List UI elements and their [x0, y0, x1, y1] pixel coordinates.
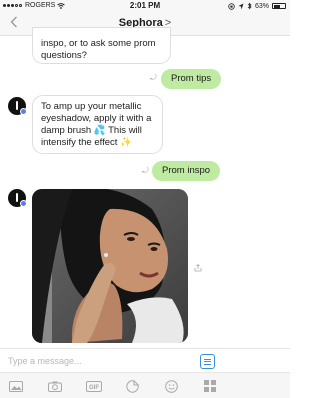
- message-input[interactable]: [8, 354, 188, 368]
- message-text: inspo, or to ask some prom questions?: [41, 38, 156, 61]
- bot-message: inspo, or to ask some prom questions?: [32, 27, 171, 64]
- bottom-toolbar: GIF: [0, 372, 290, 398]
- photo-icon[interactable]: [9, 379, 23, 393]
- battery-icon: [272, 3, 286, 9]
- status-bar: ROGERS 2:01 PM 63%: [0, 0, 290, 12]
- user-message: Prom tips: [161, 69, 222, 89]
- read-receipt-icon: ⤾: [142, 166, 149, 175]
- bot-avatar[interactable]: [8, 97, 27, 115]
- message-text: To amp up your metallic eyeshadow, apply…: [41, 101, 152, 148]
- portrait-image: [32, 189, 188, 343]
- bluetooth-icon: [247, 2, 252, 10]
- camera-icon[interactable]: [48, 379, 62, 393]
- compose-bar: [0, 348, 290, 372]
- user-message: Prom inspo: [152, 161, 221, 181]
- sticker-icon[interactable]: [125, 379, 139, 393]
- message-text: Prom tips: [171, 73, 212, 84]
- persistent-menu-button[interactable]: [200, 354, 215, 369]
- bot-message: To amp up your metallic eyeshadow, apply…: [32, 95, 163, 154]
- share-icon[interactable]: [194, 259, 202, 272]
- message-text: Prom inspo: [162, 165, 211, 176]
- gif-icon[interactable]: GIF: [86, 379, 102, 393]
- battery-percent: 63%: [254, 2, 269, 10]
- inspo-photo[interactable]: [32, 189, 188, 343]
- location-icon: [238, 3, 244, 9]
- lock-rotation-icon: [228, 2, 235, 10]
- bot-avatar[interactable]: [8, 189, 27, 207]
- status-right: 63%: [228, 2, 286, 10]
- gif-label: GIF: [89, 385, 99, 391]
- read-receipt-icon: ⤾: [150, 73, 157, 82]
- apps-grid-icon[interactable]: [203, 379, 217, 393]
- emoji-icon[interactable]: [164, 379, 178, 393]
